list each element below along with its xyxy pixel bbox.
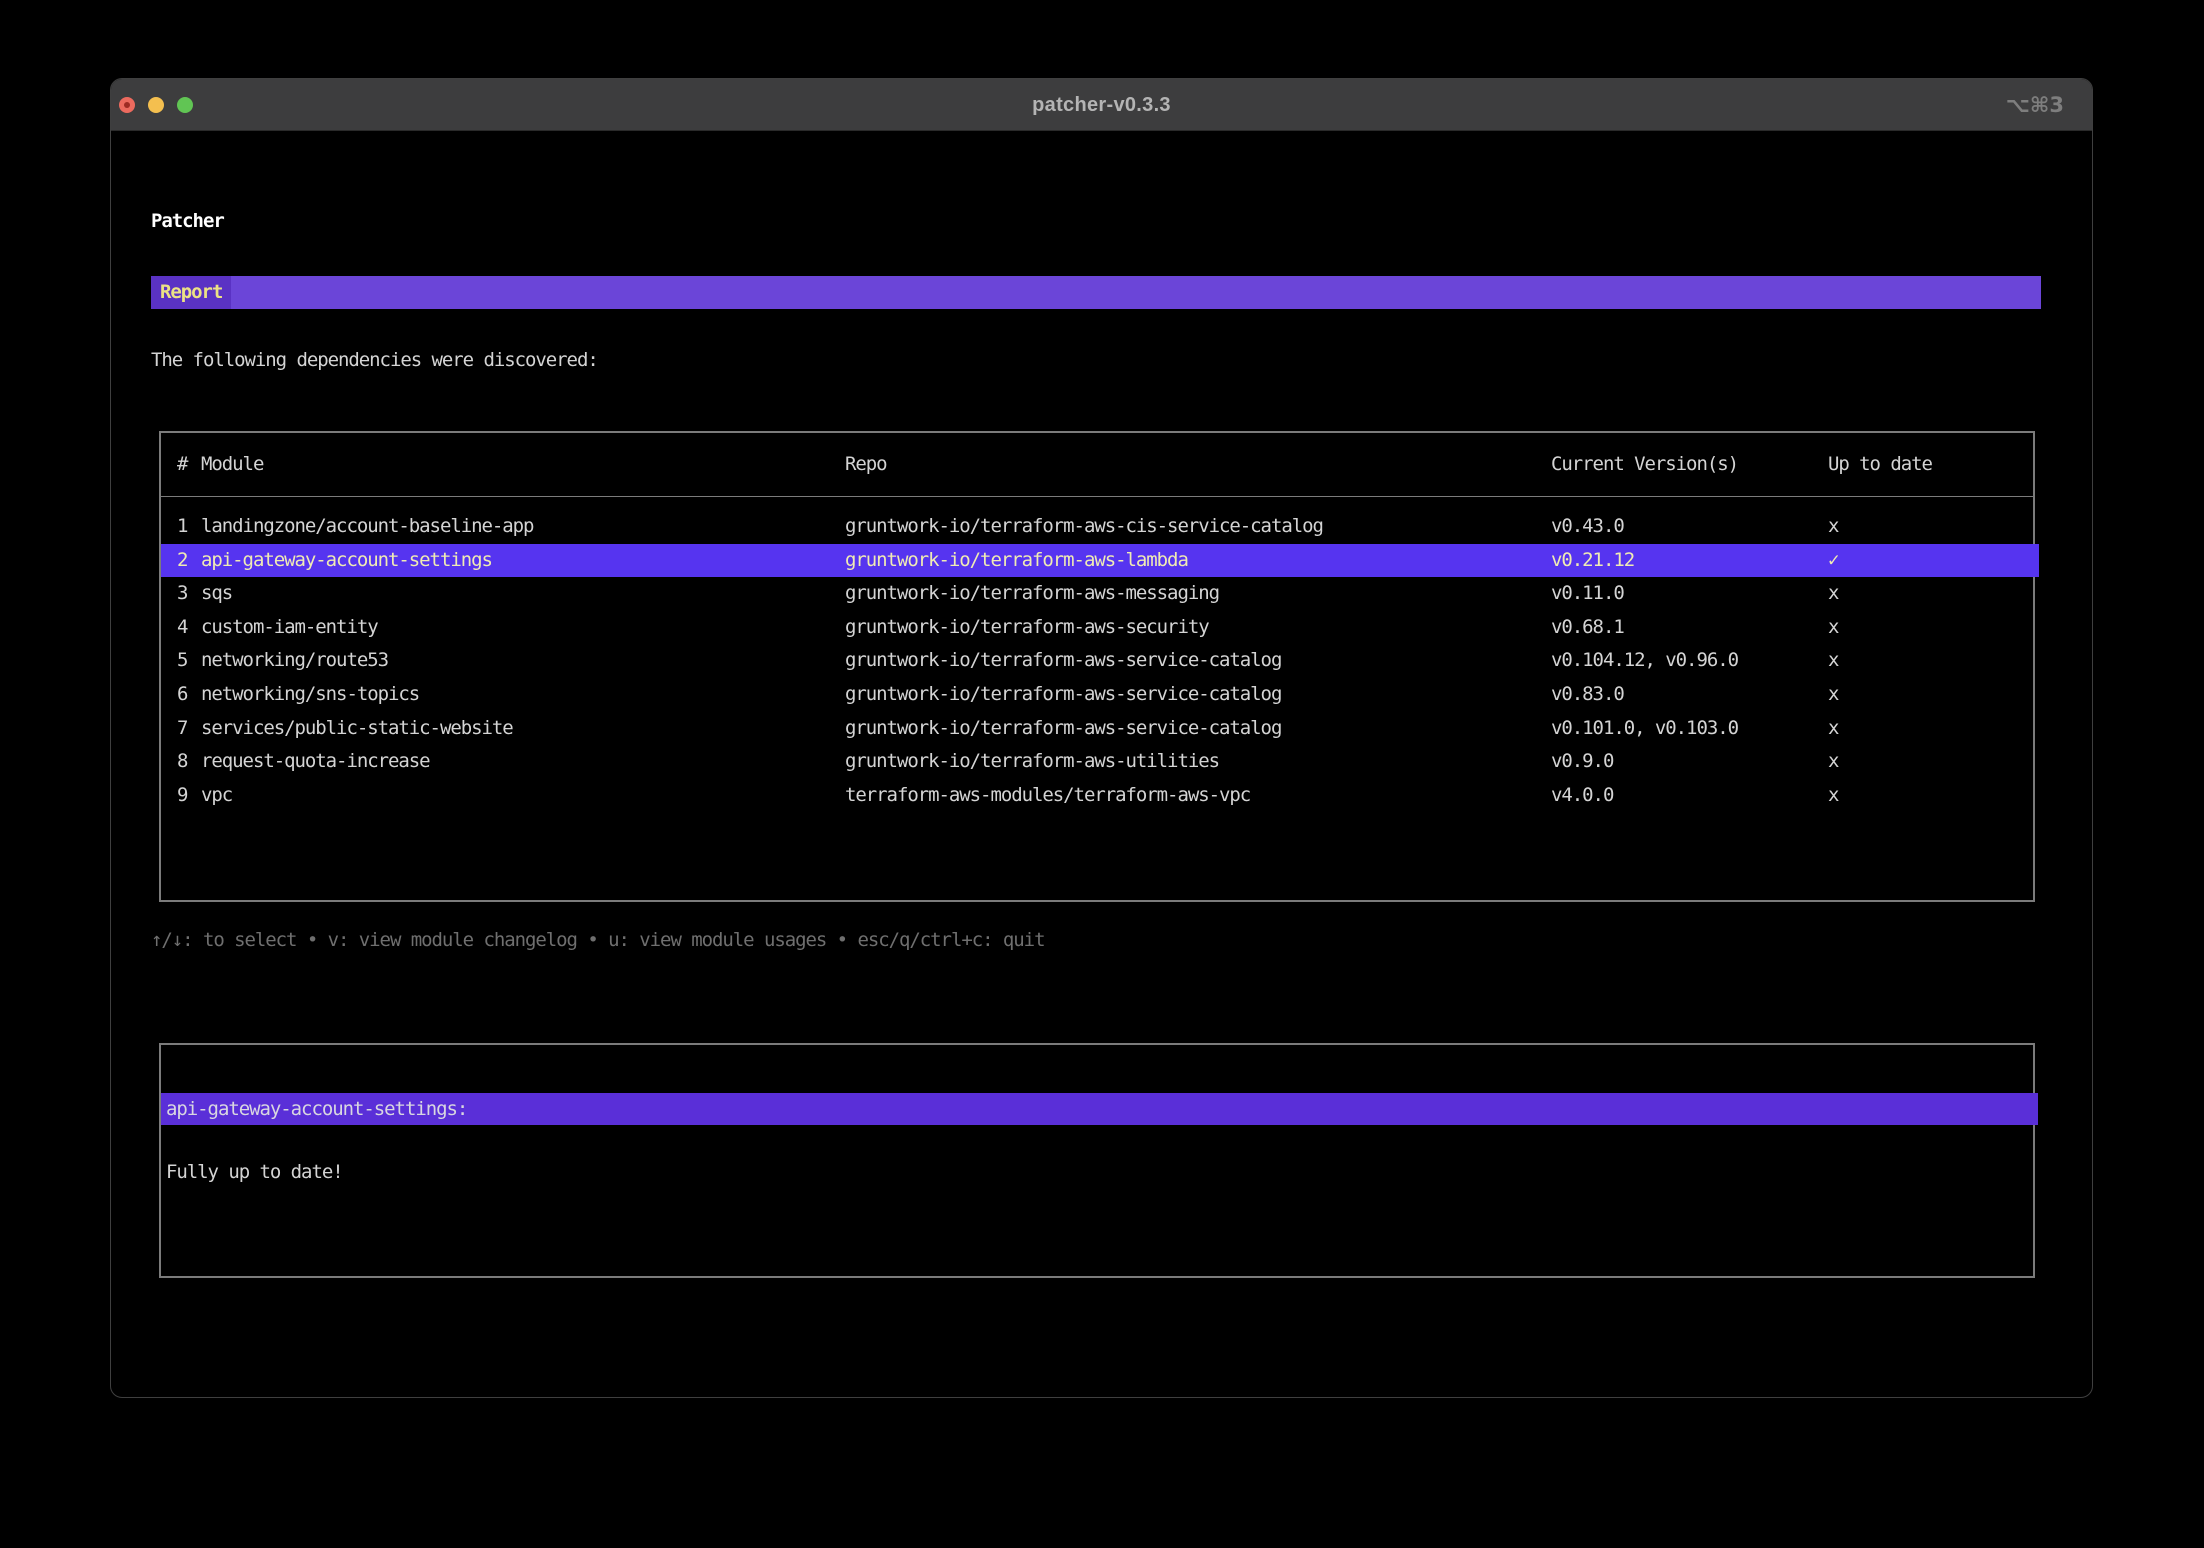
row-number: 4 (177, 615, 188, 638)
row-number: 3 (177, 582, 188, 605)
table-row[interactable]: 3 sqs gruntwork-io/terraform-aws-messagi… (161, 577, 2033, 611)
table-row[interactable]: 1 landingzone/account-baseline-app grunt… (161, 510, 2033, 544)
row-repo: gruntwork-io/terraform-aws-messaging (845, 582, 1220, 605)
row-repo: gruntwork-io/terraform-aws-service-catal… (845, 682, 1282, 705)
row-number: 1 (177, 515, 188, 537)
report-banner: Report (151, 276, 2041, 309)
row-module: vpc (201, 783, 233, 806)
window-title: patcher-v0.3.3 (1032, 94, 1171, 116)
row-module: request-quota-increase (201, 750, 431, 773)
detail-title-highlight: api-gateway-account-settings: (161, 1093, 2038, 1125)
row-module: services/public-static-website (201, 716, 514, 739)
intro-text: The following dependencies were discover… (151, 349, 599, 371)
row-repo: gruntwork-io/terraform-aws-utilities (845, 750, 1220, 773)
row-versions: v4.0.0 (1551, 783, 1614, 806)
table-row[interactable]: 4 custom-iam-entity gruntwork-io/terrafo… (161, 611, 2033, 645)
row-versions: v0.101.0, v0.103.0 (1551, 716, 1739, 739)
row-module: sqs (201, 582, 233, 605)
row-versions: v0.9.0 (1551, 750, 1614, 773)
row-up-to-date-mark: x (1828, 750, 1839, 773)
row-repo: gruntwork-io/terraform-aws-service-catal… (845, 649, 1282, 672)
row-module: networking/route53 (201, 649, 389, 672)
row-up-to-date-mark: x (1828, 582, 1839, 605)
detail-status-text: Fully up to date! (166, 1161, 344, 1183)
table-row[interactable]: 2 api-gateway-account-settings gruntwork… (161, 543, 2039, 578)
row-number: 2 (177, 548, 188, 571)
column-header-versions: Current Version(s) (1551, 453, 1739, 475)
row-repo: terraform-aws-modules/terraform-aws-vpc (845, 783, 1251, 806)
table-row[interactable]: 5 networking/route53 gruntwork-io/terraf… (161, 644, 2033, 678)
table-row[interactable]: 9 vpc terraform-aws-modules/terraform-aw… (161, 779, 2033, 813)
row-up-to-date-mark: x (1828, 682, 1839, 705)
page-title: Patcher (151, 210, 225, 232)
row-versions: v0.43.0 (1551, 515, 1625, 537)
row-repo: gruntwork-io/terraform-aws-service-catal… (845, 716, 1282, 739)
row-up-to-date-mark: ✓ (1828, 548, 1839, 571)
window-shortcut-badge: ⌥⌘3 (2005, 93, 2064, 117)
row-repo: gruntwork-io/terraform-aws-security (845, 615, 1210, 638)
row-up-to-date-mark: x (1828, 615, 1839, 638)
column-header-num: # (177, 453, 188, 475)
row-repo: gruntwork-io/terraform-aws-cis-service-c… (845, 515, 1324, 537)
title-bar[interactable]: patcher-v0.3.3 ⌥⌘3 (111, 79, 2092, 131)
row-up-to-date-mark: x (1828, 515, 1839, 537)
row-versions: v0.21.12 (1551, 548, 1635, 571)
column-header-repo: Repo (845, 453, 888, 475)
module-detail-panel: api-gateway-account-settings: Fully up t… (159, 1043, 2038, 1278)
row-up-to-date-mark: x (1828, 783, 1839, 806)
table-row[interactable]: 8 request-quota-increase gruntwork-io/te… (161, 745, 2033, 779)
table-row[interactable]: 7 services/public-static-website gruntwo… (161, 712, 2033, 746)
table-rows: 1 landingzone/account-baseline-app grunt… (161, 510, 2039, 813)
header-separator (161, 496, 2033, 497)
row-number: 9 (177, 783, 188, 806)
column-header-module: Module (201, 453, 264, 475)
row-versions: v0.83.0 (1551, 682, 1625, 705)
table-header: # Module Repo Current Version(s) Up to d… (161, 449, 2033, 479)
table-row[interactable]: 6 networking/sns-topics gruntwork-io/ter… (161, 678, 2033, 712)
dependencies-table: # Module Repo Current Version(s) Up to d… (159, 431, 2039, 902)
row-number: 7 (177, 716, 188, 739)
row-module: api-gateway-account-settings (201, 548, 493, 571)
app-window: patcher-v0.3.3 ⌥⌘3 Patcher Report The fo… (110, 78, 2093, 1398)
row-module: networking/sns-topics (201, 682, 420, 705)
row-module: custom-iam-entity (201, 615, 379, 638)
row-versions: v0.11.0 (1551, 582, 1625, 605)
row-number: 5 (177, 649, 188, 672)
column-header-up-to-date: Up to date (1828, 453, 1933, 475)
row-up-to-date-mark: x (1828, 649, 1839, 672)
row-number: 6 (177, 682, 188, 705)
tab-report[interactable]: Report (151, 276, 232, 309)
row-module: landingzone/account-baseline-app (201, 515, 535, 537)
row-repo: gruntwork-io/terraform-aws-lambda (845, 548, 1189, 571)
row-up-to-date-mark: x (1828, 716, 1839, 739)
keyboard-help-text: ↑/↓: to select • v: view module changelo… (151, 929, 1046, 951)
row-number: 8 (177, 750, 188, 773)
row-versions: v0.68.1 (1551, 615, 1625, 638)
row-versions: v0.104.12, v0.96.0 (1551, 649, 1739, 672)
